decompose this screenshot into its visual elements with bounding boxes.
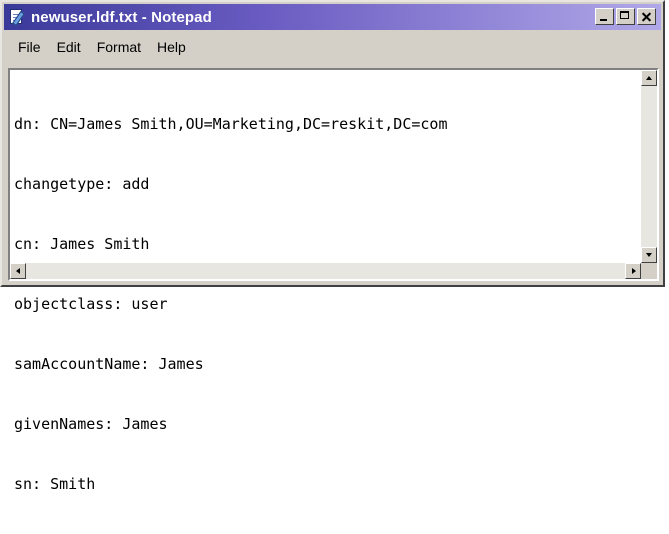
scrollbar-corner (641, 263, 657, 279)
menu-format[interactable]: Format (97, 39, 141, 55)
close-button[interactable] (637, 8, 656, 25)
text-line: sn: Smith (14, 475, 96, 493)
chevron-right-icon (632, 268, 636, 274)
window-title: newuser.ldf.txt - Notepad (31, 8, 212, 26)
title-bar[interactable]: newuser.ldf.txt - Notepad (4, 4, 661, 30)
menu-edit[interactable]: Edit (57, 39, 81, 55)
menu-file[interactable]: File (18, 39, 41, 55)
menu-bar: File Edit Format Help (4, 32, 661, 62)
notepad-window: newuser.ldf.txt - Notepad File Edit Form… (0, 0, 665, 493)
scroll-up-button[interactable] (641, 70, 657, 86)
chevron-left-icon (16, 268, 20, 274)
maximize-button[interactable] (616, 8, 635, 25)
menu-help[interactable]: Help (157, 39, 186, 55)
scroll-right-button[interactable] (625, 263, 641, 279)
text-line: objectclass: user (14, 295, 168, 313)
text-line: samAccountName: James (14, 355, 204, 373)
text-editor[interactable]: dn: CN=James Smith,OU=Marketing,DC=reski… (8, 68, 659, 493)
horizontal-scrollbar[interactable] (10, 263, 641, 279)
chevron-up-icon (646, 76, 652, 80)
document-text[interactable]: dn: CN=James Smith,OU=Marketing,DC=reski… (14, 74, 447, 534)
chevron-down-icon (646, 253, 652, 257)
scroll-down-button[interactable] (641, 247, 657, 263)
text-line: cn: James Smith (14, 235, 150, 253)
scroll-left-button[interactable] (10, 263, 26, 279)
notepad-icon[interactable] (8, 8, 26, 27)
window-controls (595, 8, 656, 25)
text-line: dn: CN=James Smith,OU=Marketing,DC=reski… (14, 115, 448, 133)
minimize-button[interactable] (595, 8, 614, 25)
text-line: changetype: add (14, 175, 150, 193)
text-line: givenNames: James (14, 415, 168, 433)
vertical-scrollbar[interactable] (641, 70, 657, 263)
